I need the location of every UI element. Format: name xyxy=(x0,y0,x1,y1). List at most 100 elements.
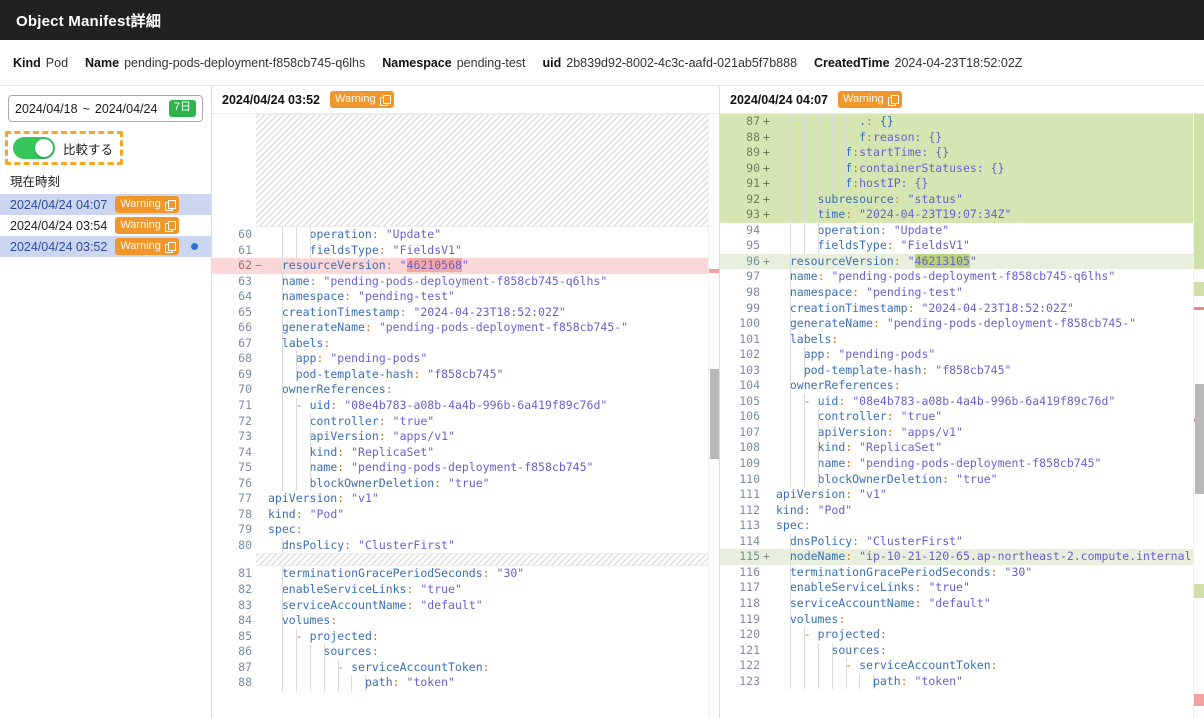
indent-guide xyxy=(281,460,283,476)
indent-guide xyxy=(309,644,311,660)
diff-line: 115 + nodeName: "ip-10-21-120-65.ap-north… xyxy=(720,549,1204,565)
line-number: 67 xyxy=(238,335,252,350)
indent-guide xyxy=(789,145,791,161)
compare-toggle-switch[interactable] xyxy=(13,137,55,159)
snapshot-list-item[interactable]: 2024/04/24 04:07 Warning xyxy=(0,194,211,215)
line-number: 120 xyxy=(739,627,760,642)
diff-marker xyxy=(254,445,263,461)
line-number: 112 xyxy=(739,502,760,517)
copy-icon[interactable] xyxy=(164,242,176,253)
indent-guide xyxy=(365,675,367,691)
line-number: 84 xyxy=(238,613,252,628)
indent-guide xyxy=(873,673,875,690)
snapshot-list-item[interactable]: 2024/04/24 03:52 Warning xyxy=(0,236,211,257)
diff-line-text: - projected: xyxy=(263,628,719,645)
indent-guide xyxy=(803,627,805,643)
date-range-picker[interactable]: 2024/04/18 ~ 2024/04/24 7日 xyxy=(8,95,203,122)
collapsed-region[interactable] xyxy=(256,553,719,567)
snapshot-current-marker xyxy=(190,243,198,250)
diff-line: 77 apiVersion: "v1" xyxy=(212,491,719,507)
diff-pane-right-timestamp: 2024/04/24 04:07 xyxy=(730,92,829,107)
line-number: 62 xyxy=(238,258,252,273)
indent-guide xyxy=(309,227,311,243)
indent-guide xyxy=(789,658,791,674)
diff-right-scroll-thumb[interactable] xyxy=(1195,384,1204,494)
line-number: 102 xyxy=(739,347,760,362)
line-number: 76 xyxy=(238,475,252,490)
diff-line-text: volumes: xyxy=(789,611,846,628)
diff-line-text: controller: "true" xyxy=(263,413,719,430)
diff-line-text: spec: xyxy=(268,522,303,537)
line-number: 65 xyxy=(238,304,252,319)
diff-line: 88 + f:reason: {} xyxy=(720,129,1204,146)
indent-guide xyxy=(309,659,311,676)
diff-line-text: name: "pending-pods-deployment-f858cb745… xyxy=(263,460,719,476)
diff-line-text: terminationGracePeriodSeconds: "30" xyxy=(789,564,1033,581)
line-number: 82 xyxy=(238,582,252,597)
indent-guide xyxy=(281,429,283,445)
indent-guide xyxy=(295,413,297,430)
copy-icon[interactable] xyxy=(887,95,899,106)
diff-line: 119 volumes: xyxy=(720,611,1204,628)
indent-guide xyxy=(323,659,325,676)
diff-pane-left-severity-chip[interactable]: Warning xyxy=(330,91,394,108)
compare-toggle-group[interactable]: 比較する xyxy=(5,131,124,165)
indent-guide xyxy=(789,642,791,659)
diff-line-text: namespace: "pending-test" xyxy=(789,285,963,301)
diff-line-text: serviceAccountName: "default" xyxy=(789,595,991,612)
diff-line: 76 blockOwnerDeletion: "true" xyxy=(212,475,719,492)
indent-guide xyxy=(789,362,791,379)
indent-guide xyxy=(281,597,283,614)
diff-line: 71 - uid: "08e4b783-a08b-4a4b-996b-6a419… xyxy=(212,398,719,414)
line-number: 121 xyxy=(739,642,760,657)
collapsed-region[interactable] xyxy=(256,114,719,227)
line-number: 71 xyxy=(238,398,252,413)
diff-marker xyxy=(254,289,263,305)
diff-right-scrollbar[interactable] xyxy=(1193,114,1204,718)
indent-guide xyxy=(309,460,311,476)
indent-guide xyxy=(803,362,805,379)
indent-guide xyxy=(789,393,791,410)
diff-line: 74 kind: "ReplicaSet" xyxy=(212,444,719,461)
line-number: 104 xyxy=(739,378,760,393)
diff-pane-right-severity-chip[interactable]: Warning xyxy=(838,91,902,108)
snapshot-list-item[interactable]: 2024/04/24 03:54 Warning xyxy=(0,215,211,236)
indent-guide xyxy=(789,595,791,612)
diff-line-text: apiVersion: "v1" xyxy=(776,487,887,502)
diff-line: 94 operation: "Update" xyxy=(720,222,1204,239)
copy-icon[interactable] xyxy=(379,95,391,106)
snapshot-severity-chip[interactable]: Warning xyxy=(115,238,179,255)
copy-icon[interactable] xyxy=(164,221,176,232)
indent-guide xyxy=(281,659,283,676)
line-number: 111 xyxy=(739,487,760,502)
diff-marker xyxy=(254,507,263,523)
indent-guide xyxy=(831,176,833,192)
indent-guide xyxy=(281,537,283,554)
indent-guide xyxy=(295,444,297,461)
diff-line-text: path: "token" xyxy=(771,673,1204,690)
diff-pane-left-timestamp: 2024/04/24 03:52 xyxy=(222,92,321,107)
diff-line: 67 labels: xyxy=(212,335,719,352)
line-number: 114 xyxy=(739,533,760,548)
indent-guide xyxy=(323,675,325,691)
diff-left-scroll-thumb[interactable] xyxy=(710,369,719,459)
diff-marker xyxy=(254,644,263,660)
snapshot-severity-chip[interactable]: Warning xyxy=(115,196,179,213)
diff-line: 121 sources: xyxy=(720,642,1204,659)
diff-marker xyxy=(762,394,771,410)
indent-guide xyxy=(789,331,791,348)
indent-guide xyxy=(281,227,283,243)
snapshot-severity-chip[interactable]: Warning xyxy=(115,217,179,234)
diff-line: 122 - serviceAccountToken: xyxy=(720,658,1204,674)
indent-guide xyxy=(789,533,791,550)
diff-marker xyxy=(762,472,771,488)
indent-guide xyxy=(845,145,847,161)
indent-guide xyxy=(789,253,791,270)
diff-line: 75 name: "pending-pods-deployment-f858cb… xyxy=(212,460,719,476)
copy-icon[interactable] xyxy=(164,200,176,211)
diff-line-text: apiVersion: "apps/v1" xyxy=(771,424,1204,441)
diff-left-scrollbar[interactable] xyxy=(708,114,719,718)
diff-marker xyxy=(254,566,263,582)
indent-guide xyxy=(281,289,283,305)
indent-guide xyxy=(817,145,819,161)
